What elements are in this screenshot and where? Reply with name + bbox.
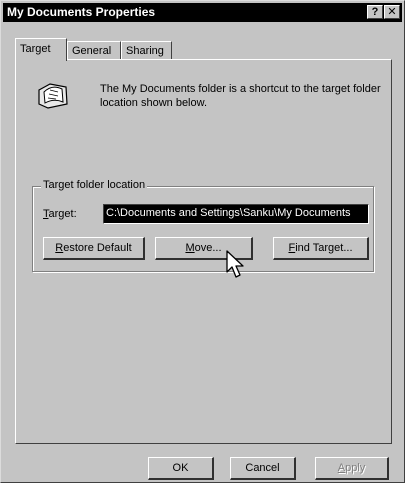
target-input[interactable]: C:\Documents and Settings\Sanku\My Docum… <box>103 204 369 224</box>
target-label: Target: <box>43 208 77 220</box>
window-title: My Documents Properties <box>7 5 156 19</box>
properties-dialog: My Documents Properties ? ✕ Target Gener… <box>0 0 405 483</box>
close-button[interactable]: ✕ <box>384 5 400 19</box>
cancel-button[interactable]: Cancel <box>230 457 296 480</box>
tab-general[interactable]: General <box>67 41 121 60</box>
group-label: Target folder location <box>41 179 148 191</box>
apply-button[interactable]: Apply <box>315 457 389 480</box>
tab-panel-target: The My Documents folder is a shortcut to… <box>15 59 392 444</box>
ok-button[interactable]: OK <box>148 457 214 480</box>
restore-default-button[interactable]: Restore Default <box>43 237 145 260</box>
tab-label: Sharing <box>126 45 164 57</box>
tab-target[interactable]: Target <box>15 38 67 61</box>
folder-description: The My Documents folder is a shortcut to… <box>100 83 381 109</box>
help-button[interactable]: ? <box>367 5 383 19</box>
target-folder-location-group: Target folder location Target: C:\Docume… <box>32 179 374 272</box>
help-icon: ? <box>371 6 379 18</box>
tab-sharing[interactable]: Sharing <box>121 41 172 60</box>
my-documents-folder-icon <box>38 83 68 109</box>
title-bar[interactable]: My Documents Properties ? ✕ <box>3 3 402 22</box>
tab-label: General <box>72 45 112 57</box>
tab-label: Target <box>20 43 51 55</box>
find-target-button[interactable]: Find Target... <box>273 237 369 260</box>
arrow-pointer-icon <box>226 250 244 278</box>
close-icon: ✕ <box>387 6 397 18</box>
